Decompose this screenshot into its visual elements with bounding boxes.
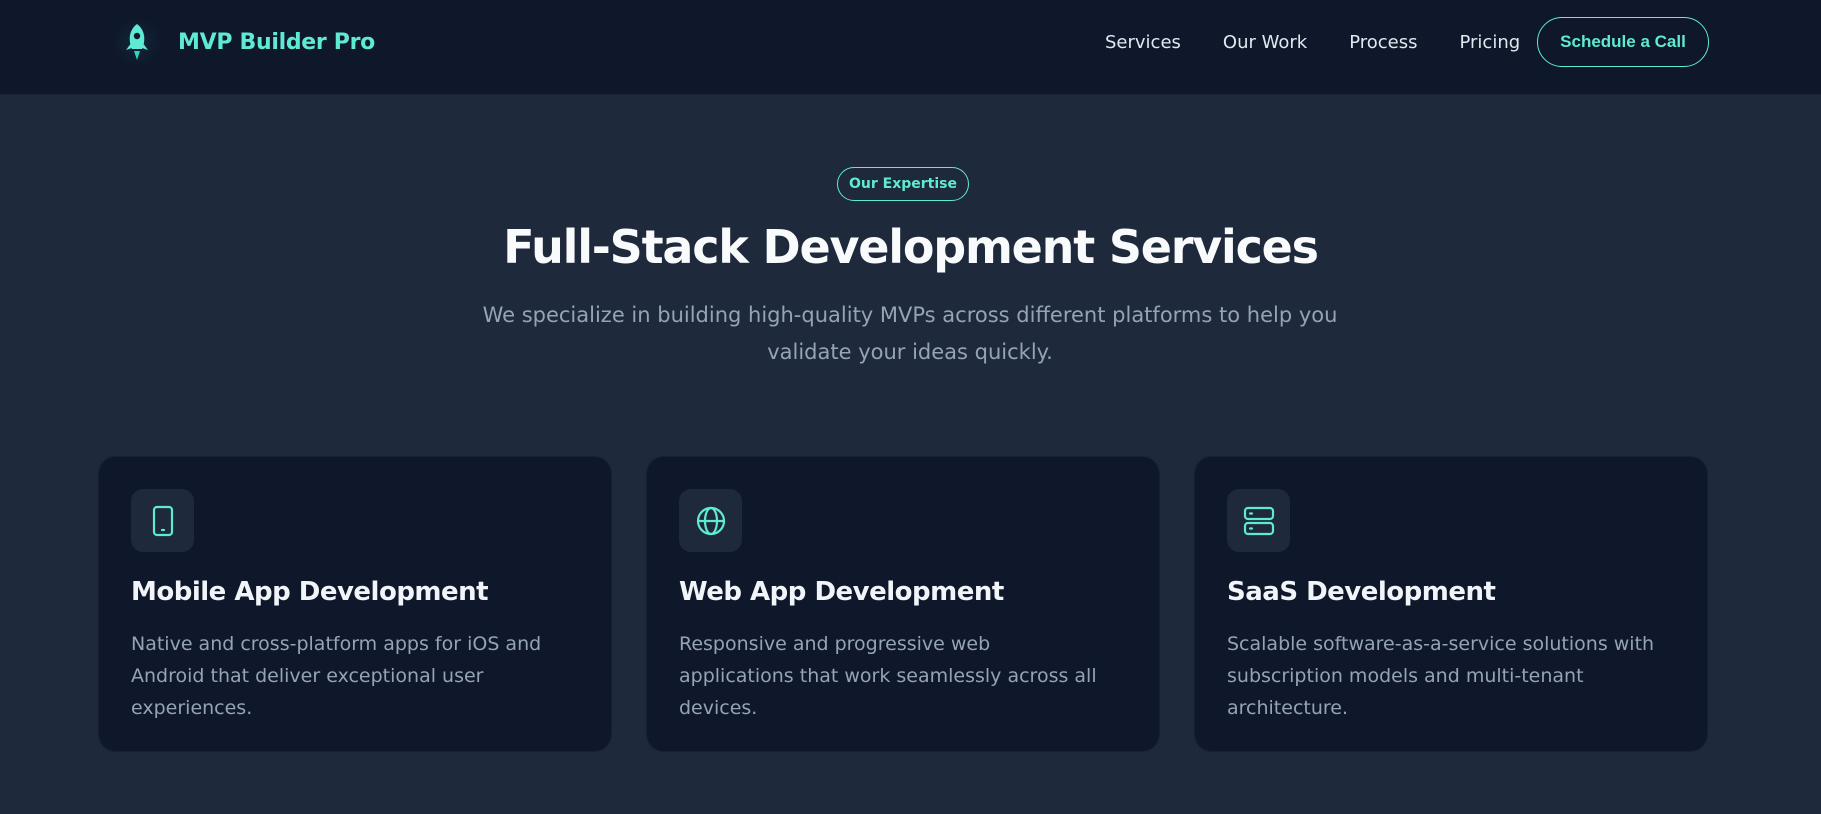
service-card-saas: SaaS Development Scalable software-as-a-…: [1194, 456, 1708, 752]
brand-link[interactable]: MVP Builder Pro: [113, 18, 375, 66]
globe-icon: [679, 489, 742, 552]
service-title: Mobile App Development: [131, 577, 489, 607]
site-header: MVP Builder Pro Services Our Work Proces…: [0, 0, 1821, 95]
mobile-phone-icon: [131, 489, 194, 552]
rocket-icon: [113, 18, 161, 66]
service-description: Scalable software-as-a-service solutions…: [1227, 633, 1655, 719]
service-title: SaaS Development: [1227, 577, 1496, 607]
brand-name: MVP Builder Pro: [178, 29, 375, 55]
service-title: Web App Development: [679, 577, 1004, 607]
schedule-call-button[interactable]: Schedule a Call: [1537, 17, 1709, 67]
server-icon: [1227, 489, 1290, 552]
section-title: Full-Stack Development Services: [503, 220, 1319, 274]
service-description: Native and cross-platform apps for iOS a…: [131, 633, 542, 719]
nav-our-work[interactable]: Our Work: [1223, 32, 1307, 53]
nav-services[interactable]: Services: [1105, 32, 1181, 53]
nav-pricing[interactable]: Pricing: [1459, 32, 1520, 53]
service-description: Responsive and progressive web applicati…: [679, 633, 1097, 719]
main-nav: Services Our Work Process Pricing: [1105, 0, 1562, 84]
service-card-mobile: Mobile App Development Native and cross-…: [98, 456, 612, 752]
section-subtitle: We specialize in building high-quality M…: [482, 303, 1338, 364]
section-badge: Our Expertise: [837, 167, 969, 201]
service-card-web: Web App Development Responsive and progr…: [646, 456, 1160, 752]
nav-process[interactable]: Process: [1349, 32, 1417, 53]
